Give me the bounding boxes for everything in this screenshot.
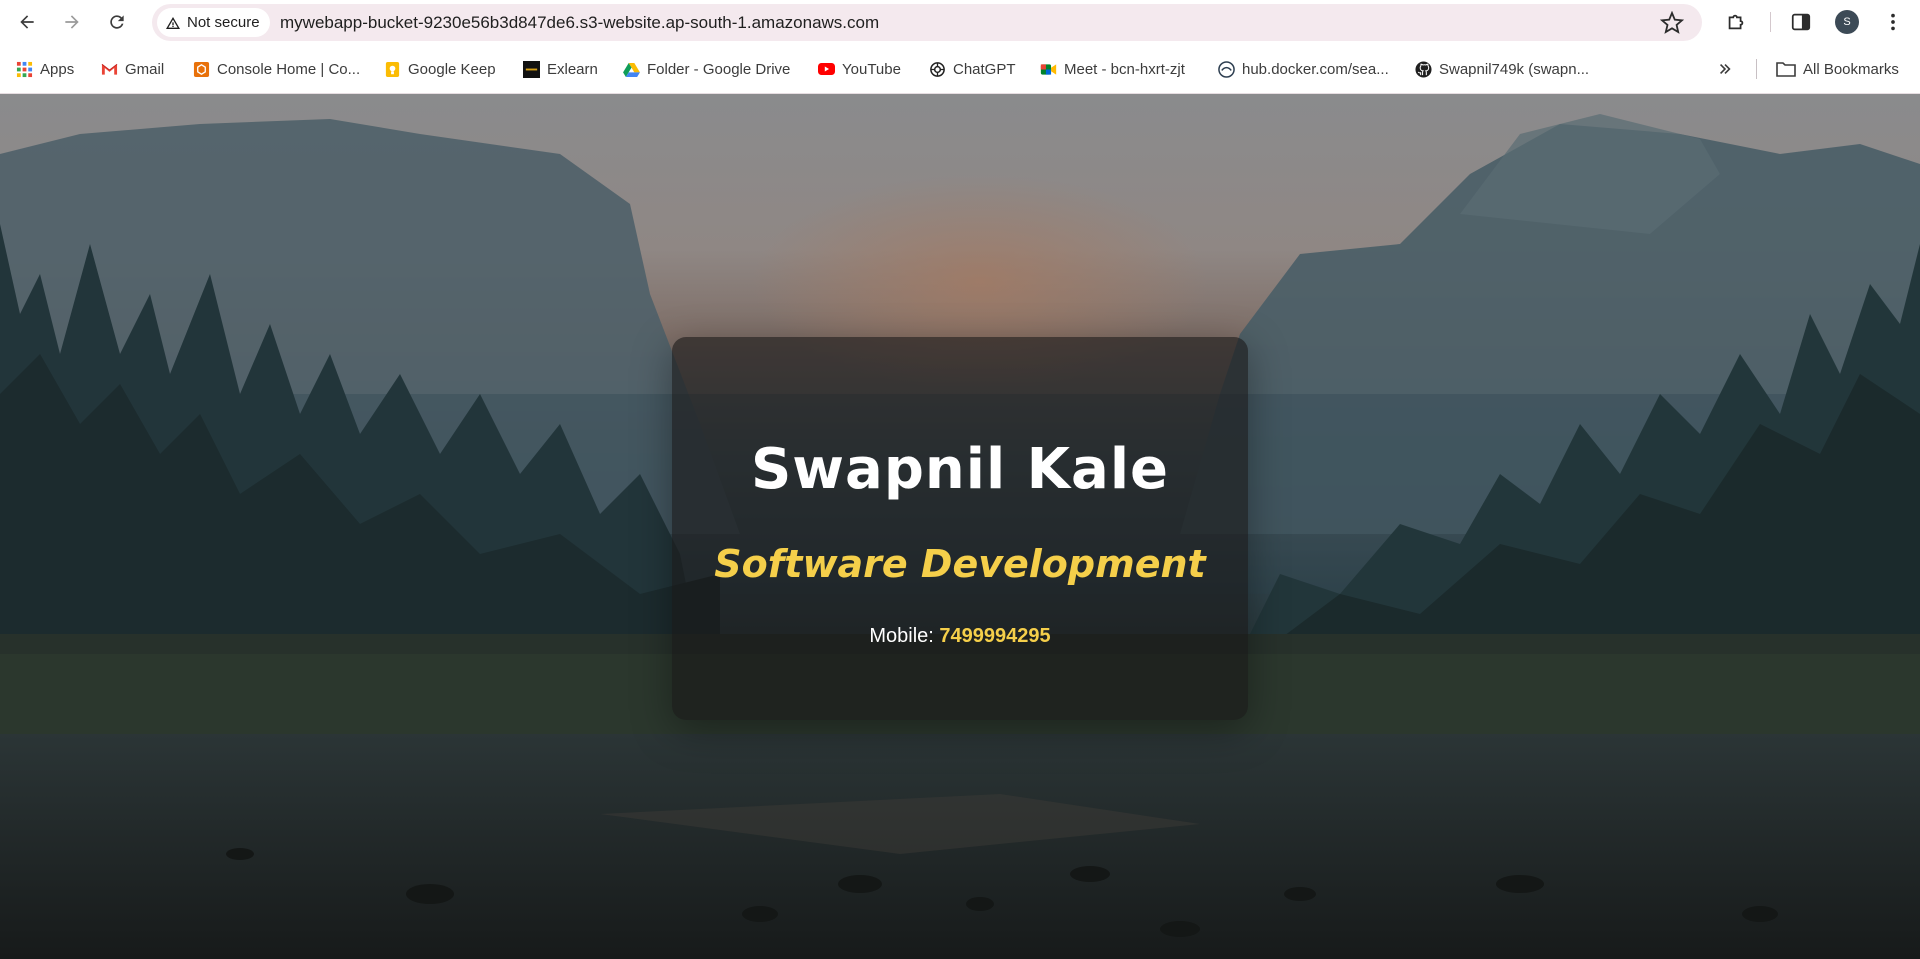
apps-grid-icon: [16, 61, 33, 78]
profile-mobile: Mobile: 7499994295: [672, 625, 1248, 648]
bookmark-exlearn[interactable]: Exlearn: [523, 57, 598, 81]
github-icon: [1415, 60, 1432, 78]
docker-hub-icon: [1218, 60, 1235, 78]
bookmark-gmail[interactable]: Gmail: [101, 57, 164, 81]
bookmarks-divider: [1756, 59, 1757, 79]
reload-button[interactable]: [101, 6, 133, 38]
puzzle-icon: [1728, 14, 1744, 30]
address-bar[interactable]: Not secure mywebapp-bucket-9230e56b3d847…: [152, 4, 1702, 41]
security-label: Not secure: [187, 14, 260, 31]
browser-toolbar: Not secure mywebapp-bucket-9230e56b3d847…: [0, 0, 1920, 44]
back-button[interactable]: [11, 6, 43, 38]
profile-button[interactable]: S: [1833, 8, 1861, 36]
menu-button[interactable]: [1879, 8, 1907, 36]
google-meet-icon: [1040, 61, 1057, 78]
toolbar-divider: [1770, 12, 1771, 32]
exlearn-icon: [523, 60, 540, 78]
site-info-chip[interactable]: Not secure: [157, 8, 270, 37]
all-bookmarks-label: All Bookmarks: [1803, 60, 1899, 78]
page-viewport: Swapnil Kale Software Development Mobile…: [0, 94, 1920, 959]
more-bookmarks-button[interactable]: [1716, 57, 1733, 81]
bookmark-chatgpt[interactable]: ChatGPT: [929, 57, 1016, 81]
chatgpt-icon: [929, 61, 946, 78]
bookmark-label: ChatGPT: [953, 60, 1016, 78]
bookmark-youtube[interactable]: YouTube: [818, 57, 901, 81]
reload-icon: [110, 15, 124, 29]
mobile-number: 7499994295: [939, 625, 1051, 647]
google-drive-icon: [623, 61, 640, 78]
bookmark-label: Console Home | Co...: [217, 60, 361, 78]
three-dots-vertical-icon: [1891, 13, 1895, 31]
bookmark-label: hub.docker.com/sea...: [1242, 60, 1389, 78]
bookmark-console-home[interactable]: Console Home | Co...: [193, 57, 360, 81]
bookmark-github[interactable]: Swapnil749k (swapn...: [1415, 57, 1589, 81]
bookmark-google-meet[interactable]: Meet - bcn-hxrt-zjt: [1040, 57, 1185, 81]
bookmark-label: Folder - Google Drive: [647, 60, 791, 78]
bookmark-label: Meet - bcn-hxrt-zjt: [1064, 60, 1185, 78]
bookmark-apps[interactable]: Apps: [16, 57, 74, 81]
bookmark-google-keep[interactable]: Google Keep: [384, 57, 496, 81]
url-text[interactable]: mywebapp-bucket-9230e56b3d847de6.s3-webs…: [280, 13, 879, 33]
youtube-icon: [818, 61, 835, 78]
bookmark-label: Swapnil749k (swapn...: [1439, 60, 1590, 78]
bookmark-docker-hub[interactable]: hub.docker.com/sea...: [1218, 57, 1389, 81]
google-keep-icon: [384, 61, 401, 78]
bookmark-label: Exlearn: [547, 60, 598, 78]
warning-triangle-icon: [166, 16, 180, 29]
profile-card: Swapnil Kale Software Development Mobile…: [672, 337, 1248, 720]
arrow-left-icon: [20, 15, 34, 29]
bookmark-label: Google Keep: [408, 60, 496, 78]
bookmark-label: Apps: [40, 60, 75, 78]
double-chevron-right-icon: [1716, 61, 1733, 78]
arrow-right-icon: [65, 15, 79, 29]
folder-icon: [1776, 61, 1796, 78]
avatar: S: [1835, 10, 1859, 34]
mobile-label: Mobile:: [869, 625, 940, 647]
bookmark-label: Gmail: [125, 60, 165, 78]
profile-name: Swapnil Kale: [750, 437, 1170, 502]
bookmark-google-drive[interactable]: Folder - Google Drive: [623, 57, 790, 81]
side-panel-button[interactable]: [1787, 8, 1815, 36]
aws-console-icon: [193, 61, 210, 78]
all-bookmarks-button[interactable]: All Bookmarks: [1776, 57, 1899, 81]
bookmark-star-icon[interactable]: [1660, 11, 1684, 35]
bookmarks-bar: Apps Gmail Console Home | Co... Google K…: [0, 44, 1920, 94]
profile-role: Software Development: [714, 542, 1206, 586]
forward-button[interactable]: [56, 6, 88, 38]
side-panel-icon: [1791, 13, 1811, 31]
bookmark-label: YouTube: [842, 60, 901, 78]
gmail-icon: [101, 61, 118, 78]
extensions-button[interactable]: [1722, 8, 1750, 36]
